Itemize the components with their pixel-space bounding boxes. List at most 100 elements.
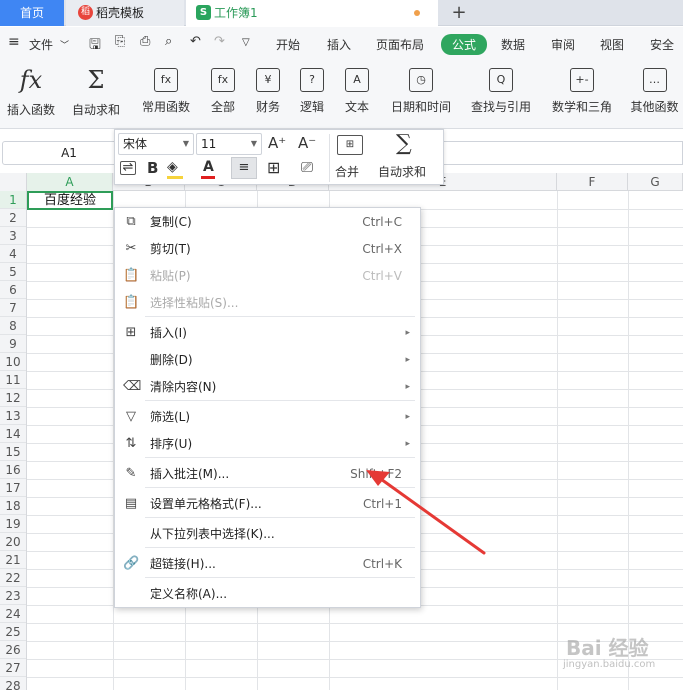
chevron-down-icon[interactable]: ﹀ xyxy=(60,38,69,51)
row-header-11[interactable]: 11 xyxy=(0,371,26,389)
row-header-12[interactable]: 12 xyxy=(0,389,26,407)
menu-insert[interactable]: 插入 xyxy=(327,36,351,53)
save-icon[interactable]: 🖫 xyxy=(89,34,101,58)
context-menu-item[interactable]: ▤ 设置单元格格式(F)... Ctrl+1 xyxy=(115,491,420,517)
menu-start[interactable]: 开始 xyxy=(276,36,300,53)
date-time-button[interactable]: ◷ 日期和时间 xyxy=(385,63,457,127)
menu-data[interactable]: 数据 xyxy=(501,36,525,53)
new-tab-button[interactable]: + xyxy=(446,0,472,26)
row-header-3[interactable]: 3 xyxy=(0,227,26,245)
row-header-17[interactable]: 17 xyxy=(0,479,26,497)
context-menu-item[interactable]: ✎ 插入批注(M)... Shift+F2 xyxy=(115,461,420,487)
menu-formula[interactable]: 公式 xyxy=(441,34,488,55)
context-menu-item[interactable]: ⇅ 排序(U) ▸ xyxy=(115,431,420,457)
formula-bar[interactable] xyxy=(420,141,683,165)
grow-font-button[interactable]: A⁺ xyxy=(268,134,286,152)
font-color-icon[interactable]: A xyxy=(203,159,214,175)
row-header-19[interactable]: 19 xyxy=(0,515,26,533)
row-header-26[interactable]: 26 xyxy=(0,641,26,659)
cell-a1[interactable]: 百度经验 xyxy=(27,191,113,210)
context-menu-item[interactable]: 删除(D) ▸ xyxy=(115,347,420,373)
context-menu-item[interactable]: ✂ 剪切(T) Ctrl+X xyxy=(115,236,420,262)
row-header-25[interactable]: 25 xyxy=(0,623,26,641)
insert-function-button[interactable]: fx 插入函数 xyxy=(4,63,58,127)
merge-button[interactable]: 合并 xyxy=(335,163,359,180)
align-center-button[interactable]: ≡ xyxy=(231,157,257,179)
row-header-15[interactable]: 15 xyxy=(0,443,26,461)
menu-page-layout[interactable]: 页面布局 xyxy=(376,36,424,53)
row-header-28[interactable]: 28 xyxy=(0,677,26,690)
row-header-2[interactable]: 2 xyxy=(0,209,26,227)
column-header-a[interactable]: A xyxy=(27,173,113,191)
row-header-14[interactable]: 14 xyxy=(0,425,26,443)
tab-workbook[interactable]: S 工作簿1 xyxy=(186,0,438,26)
row-header-16[interactable]: 16 xyxy=(0,461,26,479)
file-menu[interactable]: 文件 xyxy=(29,36,53,53)
logic-button[interactable]: ? 逻辑 xyxy=(294,63,330,127)
context-menu-item[interactable]: ⌫ 清除内容(N) ▸ xyxy=(115,374,420,400)
shrink-font-button[interactable]: A⁻ xyxy=(298,134,316,152)
row-header-13[interactable]: 13 xyxy=(0,407,26,425)
font-size-select[interactable]: 11 ▼ xyxy=(196,133,262,155)
row-header-22[interactable]: 22 xyxy=(0,569,26,587)
column-header-g[interactable]: G xyxy=(628,173,683,191)
merge-center-icon[interactable]: ⊞ xyxy=(337,135,363,155)
fill-color-swatch xyxy=(167,176,183,179)
common-functions-button[interactable]: fx 常用函数 xyxy=(135,63,197,127)
autosum-button[interactable]: Σ 自动求和 xyxy=(66,63,126,127)
menu-security[interactable]: 安全 xyxy=(650,36,674,53)
row-header-5[interactable]: 5 xyxy=(0,263,26,281)
menu-view[interactable]: 视图 xyxy=(600,36,624,53)
row-header-9[interactable]: 9 xyxy=(0,335,26,353)
row-header-10[interactable]: 10 xyxy=(0,353,26,371)
context-menu-item[interactable]: ▽ 筛选(L) ▸ xyxy=(115,404,420,430)
row-header-23[interactable]: 23 xyxy=(0,587,26,605)
redo-icon[interactable]: ↷ xyxy=(214,34,225,49)
font-select[interactable]: 宋体 ▼ xyxy=(118,133,194,155)
all-functions-button[interactable]: fx 全部 xyxy=(204,63,242,127)
bold-button[interactable]: B xyxy=(147,159,158,177)
context-menu-item[interactable]: 📋 选择性粘贴(S)... xyxy=(115,290,420,316)
row-header-18[interactable]: 18 xyxy=(0,497,26,515)
tab-home[interactable]: 首页 xyxy=(0,0,64,26)
comment-icon: ✎ xyxy=(125,466,137,481)
undo-icon[interactable]: ↶ xyxy=(190,34,201,49)
row-header-6[interactable]: 6 xyxy=(0,281,26,299)
context-menu-item[interactable]: ⧉ 复制(C) Ctrl+C xyxy=(115,209,420,235)
row-header-1[interactable]: 1 xyxy=(0,191,26,209)
context-menu-item[interactable]: 🔗 超链接(H)... Ctrl+K xyxy=(115,551,420,577)
context-menu-item[interactable]: 📋 粘贴(P) Ctrl+V xyxy=(115,263,420,289)
row-header-27[interactable]: 27 xyxy=(0,659,26,677)
text-button[interactable]: A 文本 xyxy=(339,63,375,127)
row-header-7[interactable]: 7 xyxy=(0,299,26,317)
column-header-f[interactable]: F xyxy=(557,173,628,191)
hamburger-icon[interactable]: ≡ xyxy=(8,34,20,50)
format-painter-icon[interactable]: ⎚ xyxy=(301,158,313,176)
other-functions-button[interactable]: … 其他函数 xyxy=(626,63,683,127)
math-trig-button[interactable]: +- 数学和三角 xyxy=(545,63,619,127)
export-icon[interactable]: ⎘ xyxy=(115,34,125,49)
quick-access-dropdown-icon[interactable]: ▽ xyxy=(242,37,250,48)
select-all-corner[interactable] xyxy=(0,173,27,191)
font-color-swatch xyxy=(201,176,215,179)
print-icon[interactable]: ⎙ xyxy=(140,34,150,49)
row-header-24[interactable]: 24 xyxy=(0,605,26,623)
context-menu-item[interactable]: 定义名称(A)... xyxy=(115,581,420,607)
fill-color-icon[interactable]: ◈ xyxy=(167,159,178,175)
border-icon[interactable]: ⊞ xyxy=(267,158,280,177)
row-header-4[interactable]: 4 xyxy=(0,245,26,263)
menu-review[interactable]: 审阅 xyxy=(551,36,575,53)
row-header-8[interactable]: 8 xyxy=(0,317,26,335)
row-header-21[interactable]: 21 xyxy=(0,551,26,569)
print-preview-icon[interactable]: ⌕ xyxy=(165,34,172,49)
finance-button[interactable]: ¥ 财务 xyxy=(250,63,286,127)
row-header-20[interactable]: 20 xyxy=(0,533,26,551)
sigma-icon[interactable]: ∑ xyxy=(396,131,412,156)
context-menu-item[interactable]: 从下拉列表中选择(K)... xyxy=(115,521,420,547)
autosum-mini-button[interactable]: 自动求和 xyxy=(378,163,426,180)
lookup-button[interactable]: Q 查找与引用 xyxy=(465,63,537,127)
shortcut-label: Shift+F2 xyxy=(350,467,402,481)
context-menu-item[interactable]: ⊞ 插入(I) ▸ xyxy=(115,320,420,346)
tab-template[interactable]: 稻 稻壳模板 xyxy=(66,0,184,26)
wrap-icon[interactable]: ⇌ xyxy=(120,161,136,175)
